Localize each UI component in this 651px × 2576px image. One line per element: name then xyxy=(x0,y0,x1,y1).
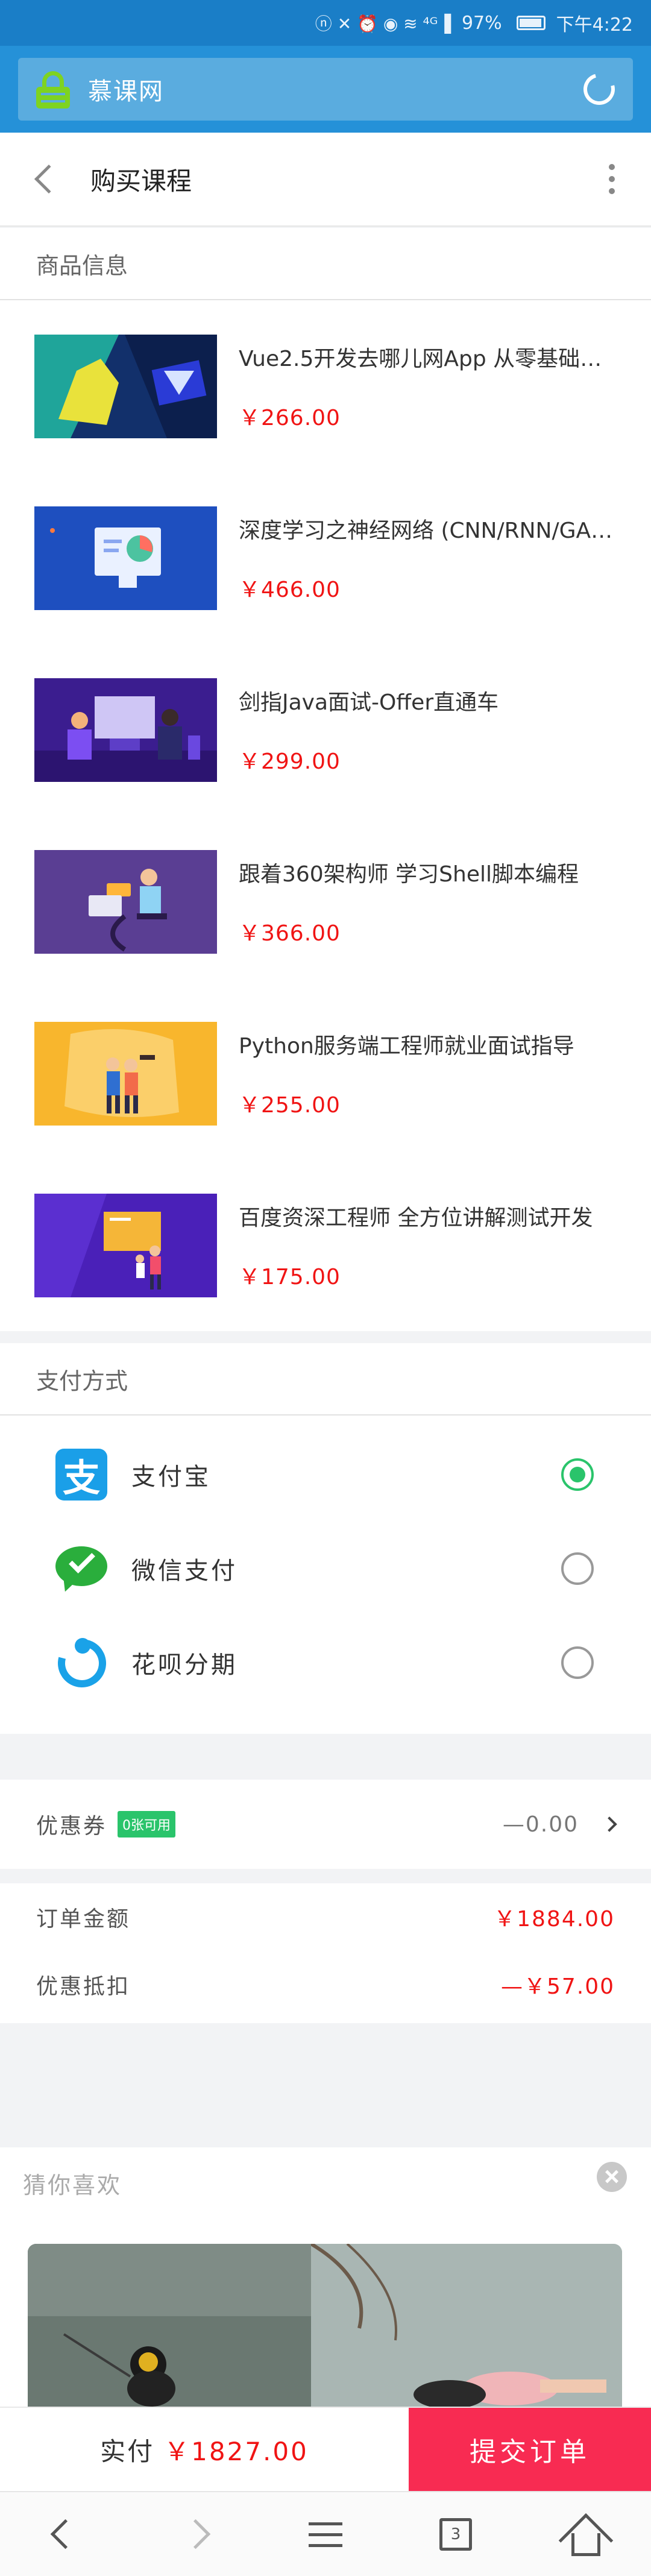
discount-value: —￥57.00 xyxy=(500,1974,615,1999)
huabei-icon xyxy=(49,1630,115,1696)
chevron-right-icon xyxy=(602,1816,617,1832)
page: ⓝ ✕ ⏰ ◉ ≋ ⁴ᴳ▐ 97% 下午4:22 慕课网 购买课程 商品信息 V… xyxy=(0,0,651,2576)
product-section-title: 商品信息 xyxy=(0,228,651,300)
ad-photo-right xyxy=(310,2244,622,2413)
recommend-ad-image[interactable] xyxy=(28,2244,622,2413)
payment-option-huabei[interactable]: 花呗分期 xyxy=(0,1616,651,1710)
close-icon[interactable] xyxy=(597,2162,627,2192)
course-item[interactable]: 剑指Java面试-Offer直通车 ￥299.00 xyxy=(0,644,651,816)
browser-toolbar: 慕课网 xyxy=(0,46,651,133)
course-thumbnail xyxy=(34,334,217,438)
menu-icon[interactable] xyxy=(295,2504,356,2565)
course-name: 跟着360架构师 学习Shell脚本编程 xyxy=(239,861,579,887)
status-bar: ⓝ ✕ ⏰ ◉ ≋ ⁴ᴳ▐ 97% 下午4:22 xyxy=(0,0,651,46)
payable-total: 实付 ￥1827.00 xyxy=(0,2408,409,2491)
back-icon[interactable] xyxy=(34,164,64,194)
refresh-icon[interactable] xyxy=(577,68,621,111)
page-header: 购买课程 xyxy=(0,133,651,227)
course-list: Vue2.5开发去哪儿网App 从零基础入门到实战项目 ￥266.00 深度学 xyxy=(0,300,651,1331)
coupon-badge: 0张可用 xyxy=(118,1811,176,1838)
recommend-title: 猜你喜欢 xyxy=(23,2172,122,2199)
course-thumbnail xyxy=(34,1193,217,1297)
payable-amount: ￥1827.00 xyxy=(164,2436,309,2466)
payment-section-title: 支付方式 xyxy=(0,1343,651,1416)
payment-method-list: 支 支付宝 微信支付 花呗分期 xyxy=(0,1416,651,1734)
page-title: 购买课程 xyxy=(90,166,192,196)
lock-icon xyxy=(36,71,70,109)
battery-percent: 97% xyxy=(461,12,502,34)
order-amount-label: 订单金额 xyxy=(36,1907,131,1932)
payment-label: 支付宝 xyxy=(131,1463,211,1491)
wechat-pay-icon xyxy=(55,1543,107,1595)
discount-row: 优惠抵扣 —￥57.00 xyxy=(0,1951,651,2018)
course-price: ￥366.00 xyxy=(239,921,341,946)
battery-icon xyxy=(516,16,546,30)
recommend-panel: 猜你喜欢 xyxy=(0,2147,651,2413)
course-thumbnail xyxy=(34,506,217,610)
order-amount-value: ￥1884.00 xyxy=(494,1907,615,1932)
status-icons: ⓝ ✕ ⏰ ◉ ≋ ⁴ᴳ▐ xyxy=(315,14,451,34)
tabs-icon[interactable]: 3 xyxy=(426,2504,486,2565)
course-price: ￥466.00 xyxy=(239,577,341,602)
course-name: Vue2.5开发去哪儿网App 从零基础入门到实战项目 xyxy=(239,346,615,371)
address-bar[interactable]: 慕课网 xyxy=(18,58,633,121)
nav-forward-icon[interactable] xyxy=(165,2504,225,2565)
nav-back-icon[interactable] xyxy=(35,2504,95,2565)
course-item[interactable]: Vue2.5开发去哪儿网App 从零基础入门到实战项目 ￥266.00 xyxy=(0,300,651,472)
ad-photo-left xyxy=(28,2244,311,2413)
payment-option-alipay[interactable]: 支 支付宝 xyxy=(0,1428,651,1522)
coupon-value: —0.00 xyxy=(502,1812,579,1837)
payment-option-wechat[interactable]: 微信支付 xyxy=(0,1522,651,1616)
coupon-row[interactable]: 优惠券 0张可用 —0.00 xyxy=(0,1780,651,1869)
course-thumbnail xyxy=(34,849,217,954)
course-thumbnail xyxy=(34,1021,217,1126)
course-price: ￥299.00 xyxy=(239,749,341,774)
course-item[interactable]: 深度学习之神经网络 (CNN/RNN/GAN) 算法原理+实战 ￥466.00 xyxy=(0,472,651,644)
payment-label: 微信支付 xyxy=(131,1557,237,1585)
order-totals: 订单金额 ￥1884.00 优惠抵扣 —￥57.00 xyxy=(0,1883,651,2023)
radio-unselected[interactable] xyxy=(561,1646,594,1679)
radio-unselected[interactable] xyxy=(561,1552,594,1585)
course-name: 剑指Java面试-Offer直通车 xyxy=(239,690,499,715)
more-options-icon[interactable] xyxy=(609,164,615,194)
site-title: 慕课网 xyxy=(88,78,164,105)
order-amount-row: 订单金额 ￥1884.00 xyxy=(0,1883,651,1951)
checkout-bar: 实付 ￥1827.00 提交订单 xyxy=(0,2407,651,2491)
payment-label: 花呗分期 xyxy=(131,1651,237,1679)
course-price: ￥255.00 xyxy=(239,1092,341,1118)
course-name: 百度资深工程师 全方位讲解测试开发 xyxy=(239,1205,593,1230)
course-name: 深度学习之神经网络 (CNN/RNN/GAN) 算法原理+实战 xyxy=(239,518,615,543)
course-thumbnail xyxy=(34,678,217,782)
course-item[interactable]: Python服务端工程师就业面试指导 ￥255.00 xyxy=(0,987,651,1159)
radio-selected[interactable] xyxy=(561,1458,594,1491)
tab-count: 3 xyxy=(439,2518,472,2551)
payable-label: 实付 xyxy=(100,2436,155,2466)
coupon-label: 优惠券 xyxy=(36,1814,107,1839)
course-price: ￥175.00 xyxy=(239,1264,341,1290)
clock: 下午4:22 xyxy=(556,14,633,36)
submit-order-button[interactable]: 提交订单 xyxy=(409,2408,651,2491)
browser-nav-bar: 3 xyxy=(0,2491,651,2576)
alipay-icon: 支 xyxy=(55,1449,107,1501)
course-name: Python服务端工程师就业面试指导 xyxy=(239,1033,574,1059)
discount-label: 优惠抵扣 xyxy=(36,1974,131,1999)
course-price: ￥266.00 xyxy=(239,405,341,430)
course-item[interactable]: 百度资深工程师 全方位讲解测试开发 ￥175.00 xyxy=(0,1159,651,1331)
course-item[interactable]: 跟着360架构师 学习Shell脚本编程 ￥366.00 xyxy=(0,816,651,987)
home-icon[interactable] xyxy=(556,2504,616,2568)
